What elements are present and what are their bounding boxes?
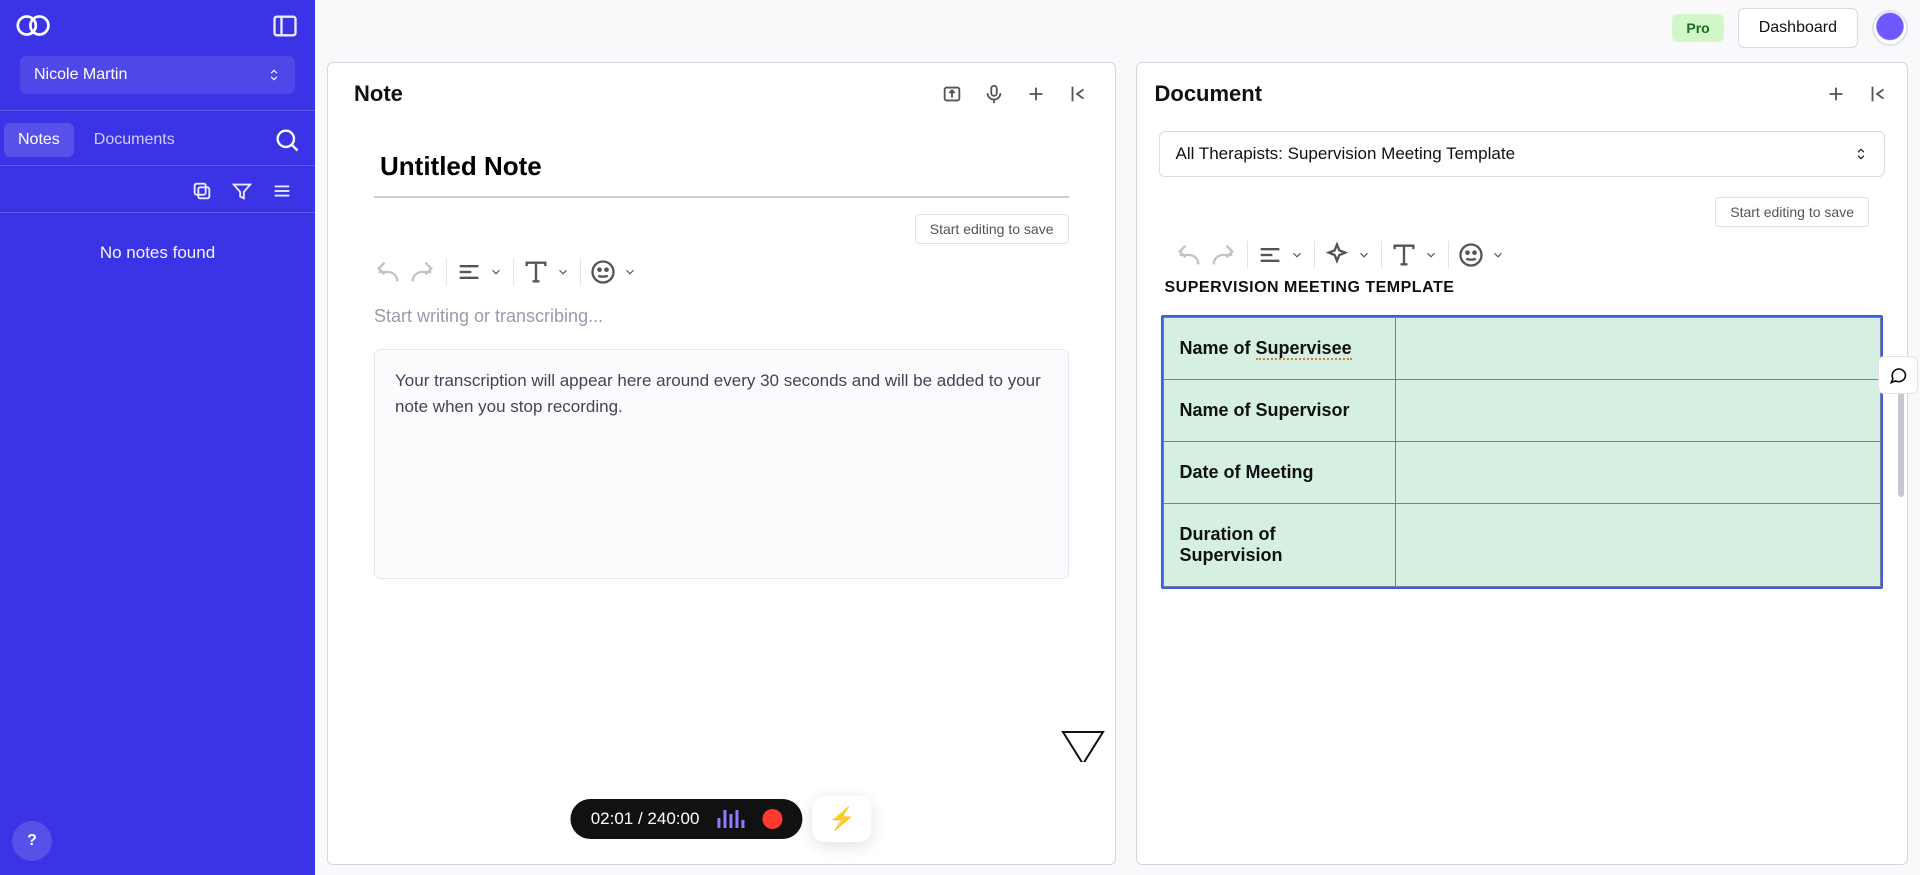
tab-documents[interactable]: Documents (80, 123, 189, 157)
scrollbar[interactable] (1898, 377, 1904, 497)
add-document-icon[interactable] (1825, 83, 1847, 105)
align-icon[interactable] (1256, 241, 1284, 269)
tab-notes[interactable]: Notes (4, 123, 74, 157)
user-name: Nicole Martin (34, 66, 127, 84)
cell-value[interactable] (1395, 380, 1881, 442)
chevron-down-icon[interactable] (1491, 248, 1505, 262)
sidebar-toggle-icon[interactable] (271, 12, 299, 40)
note-panel-title: Note (354, 81, 403, 107)
align-icon[interactable] (455, 258, 483, 286)
comment-button[interactable] (1878, 356, 1918, 394)
cell-value[interactable] (1395, 318, 1881, 380)
note-title-input[interactable] (374, 123, 1069, 198)
document-body[interactable]: Name of Supervisee Name of Supervisor Da… (1155, 315, 1890, 589)
transcription-box: Your transcription will appear here arou… (374, 349, 1069, 579)
record-stop-button[interactable] (762, 809, 782, 829)
chevron-down-icon[interactable] (1357, 248, 1371, 262)
quick-action-button[interactable]: ⚡ (812, 796, 871, 842)
table-row: Date of Meeting (1163, 442, 1881, 504)
cell-label: Name of Supervisor (1163, 380, 1395, 442)
help-button[interactable]: ? (12, 821, 52, 861)
text-style-icon[interactable] (1390, 241, 1418, 269)
chevron-down-icon[interactable] (1424, 248, 1438, 262)
sidebar: Nicole Martin Notes Documents No notes f… (0, 0, 315, 875)
note-save-status: Start editing to save (915, 214, 1069, 244)
add-icon[interactable] (1025, 83, 1047, 105)
lightning-icon: ⚡ (828, 806, 855, 831)
avatar[interactable] (1872, 10, 1908, 46)
undo-icon (1175, 241, 1203, 269)
cell-value[interactable] (1395, 504, 1881, 587)
top-bar: Pro Dashboard (1672, 8, 1908, 48)
chevron-down-icon[interactable] (556, 265, 570, 279)
template-selected-label: All Therapists: Supervision Meeting Temp… (1176, 144, 1516, 164)
note-toolbar (354, 252, 1089, 292)
chevron-updown-icon (1854, 147, 1868, 161)
empty-notes-message: No notes found (0, 213, 315, 263)
note-body-placeholder[interactable]: Start writing or transcribing... (374, 300, 1069, 341)
more-icon[interactable] (271, 180, 293, 202)
table-row: Name of Supervisor (1163, 380, 1881, 442)
redo-icon (1209, 241, 1237, 269)
supervision-table: Name of Supervisee Name of Supervisor Da… (1163, 317, 1882, 587)
collapse-left-icon[interactable] (1067, 83, 1089, 105)
table-row: Name of Supervisee (1163, 318, 1881, 380)
table-row: Duration of Supervision (1163, 504, 1881, 587)
chevron-down-icon[interactable] (1290, 248, 1304, 262)
app-logo (16, 12, 52, 40)
recorder-time: 02:01 / 240:00 (591, 809, 700, 829)
recorder-bar: 02:01 / 240:00 (571, 799, 803, 839)
redo-icon (408, 258, 436, 286)
note-panel: Note Start editing to save (327, 62, 1116, 865)
insert-icon[interactable] (1457, 241, 1485, 269)
pro-badge: Pro (1672, 14, 1723, 42)
cell-label-suffix: Supervisee (1256, 338, 1352, 360)
chevron-updown-icon (267, 68, 281, 82)
cell-label: Duration of Supervision (1163, 504, 1395, 587)
document-panel: Document All Therapists: Supervision Mee… (1136, 62, 1909, 865)
filter-icon[interactable] (231, 180, 253, 202)
text-style-icon[interactable] (522, 258, 550, 286)
document-heading: SUPERVISION MEETING TEMPLATE (1155, 275, 1890, 315)
cell-value[interactable] (1395, 442, 1881, 504)
duplicate-icon[interactable] (191, 180, 213, 202)
ai-sparkle-icon[interactable] (1323, 241, 1351, 269)
user-selector[interactable]: Nicole Martin (20, 56, 295, 94)
document-panel-title: Document (1155, 81, 1263, 107)
insert-icon[interactable] (589, 258, 617, 286)
template-selector[interactable]: All Therapists: Supervision Meeting Temp… (1159, 131, 1886, 177)
export-icon[interactable] (941, 83, 963, 105)
document-save-status: Start editing to save (1715, 197, 1869, 227)
cell-label: Name of (1180, 338, 1256, 358)
microphone-icon[interactable] (983, 83, 1005, 105)
dashboard-button[interactable]: Dashboard (1738, 8, 1858, 48)
cell-label: Date of Meeting (1163, 442, 1395, 504)
collapse-left-icon[interactable] (1867, 83, 1889, 105)
chevron-down-icon[interactable] (623, 265, 637, 279)
chevron-down-icon[interactable] (489, 265, 503, 279)
undo-icon (374, 258, 402, 286)
search-icon[interactable] (273, 126, 301, 154)
document-toolbar (1155, 235, 1890, 275)
sidebar-tabs: Notes Documents (4, 123, 189, 157)
audio-level-icon (717, 810, 744, 828)
